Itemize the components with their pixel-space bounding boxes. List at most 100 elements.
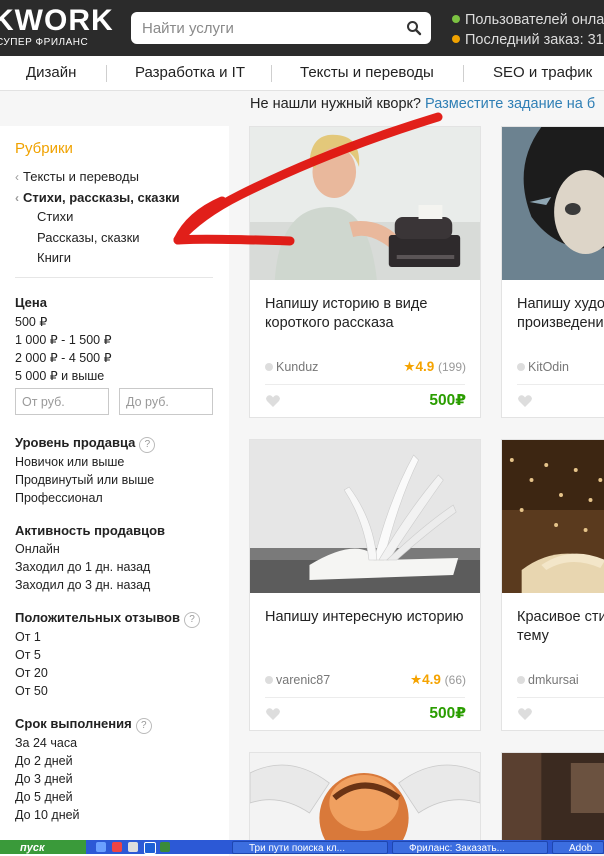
card-price: 500₽ [429,392,466,409]
star-icon: ★ [403,359,416,374]
price-option[interactable]: 2 000 ₽ - 4 500 ₽ [15,350,112,365]
card-image-illustration-face[interactable] [502,127,604,280]
card-divider [265,697,465,698]
reviews-count: (199) [437,360,466,374]
browser-icon[interactable] [112,842,122,852]
heart-icon[interactable] [517,393,533,409]
parent-category-link[interactable]: ‹ Тексты и переводы [15,169,139,184]
level-option[interactable]: Профессионал [15,491,103,505]
reviews-option[interactable]: От 20 [15,666,48,680]
seller-name: KitOdin [528,360,569,374]
deadline-option[interactable]: За 24 часа [15,736,77,750]
card-image-book-butterflies[interactable] [502,440,604,593]
level-option[interactable]: Новичок или выше [15,455,124,469]
sidebar-title: Рубрики [15,140,73,157]
nav-item-development[interactable]: Разработка и IT [135,56,245,90]
price-option[interactable]: 1 000 ₽ - 1 500 ₽ [15,332,112,347]
site-stats: Пользователей онла Последний заказ: 31 [452,10,604,50]
site-logo[interactable]: KWORK [0,6,114,36]
word-icon[interactable] [144,842,156,854]
reviews-option[interactable]: От 5 [15,648,41,662]
nav-item-design[interactable]: Дизайн [26,56,76,90]
card-title[interactable]: Напишу историю в виде короткого рассказа [265,295,470,333]
reviews-option[interactable]: От 50 [15,684,48,698]
card-image-winged-man[interactable] [250,753,480,854]
card-price: 500₽ [429,705,466,722]
card-seller[interactable]: dmkursai [517,673,579,687]
sidebar-divider [15,277,213,278]
online-users-text: Пользователей онла [465,12,604,28]
help-icon[interactable]: ? [139,437,156,453]
last-order-text: Последний заказ: 31 [465,32,604,48]
heart-icon[interactable] [265,393,281,409]
taskbar-window[interactable]: Фриланс: Заказать... [392,841,548,854]
deadline-filter-label: Срок выполнения [15,716,132,731]
price-option[interactable]: 500 ₽ [15,314,47,329]
card-title[interactable]: Красивое сти Вашу тему [517,608,604,646]
category-nav: Дизайн Разработка и IT Тексты и переводы… [0,56,604,91]
kwork-card[interactable] [249,752,481,854]
kwork-card[interactable]: Напишу историю в виде короткого рассказа… [249,126,481,418]
current-category[interactable]: ‹ Стихи, рассказы, сказки [15,190,180,205]
card-image-open-book[interactable] [250,440,480,593]
help-icon[interactable]: ? [183,612,200,628]
reviews-option[interactable]: От 1 [15,630,41,644]
heart-icon[interactable] [265,706,281,722]
card-title[interactable]: Напишу интересную историю [265,608,470,627]
deadline-option[interactable]: До 10 дней [15,808,80,822]
logo-tagline: СУПЕР ФРИЛАНС [0,37,89,48]
nav-item-seo[interactable]: SEO и трафик [493,56,592,90]
heart-icon[interactable] [517,706,533,722]
level-option[interactable]: Продвинутый или выше [15,473,154,487]
app-icon[interactable] [128,842,138,852]
kwork-card[interactable] [501,752,604,854]
search-icon[interactable] [405,19,423,37]
price-option[interactable]: 5 000 ₽ и выше [15,368,104,383]
activity-option[interactable]: Заходил до 3 дн. назад [15,578,150,592]
nav-item-texts[interactable]: Тексты и переводы [300,56,434,90]
subcategory-stories[interactable]: Рассказы, сказки [37,230,140,245]
nav-divider [463,65,464,82]
card-seller[interactable]: Kunduz [265,360,318,374]
kwork-card[interactable]: Напишу интересную историю varenic87 ★4.9… [249,439,481,731]
card-title[interactable]: Напишу худо произведени [517,295,604,333]
status-dot-icon [265,363,273,371]
card-image-dark-room[interactable] [502,753,604,854]
deadline-option[interactable]: До 3 дней [15,772,73,786]
deadline-option[interactable]: До 2 дней [15,754,73,768]
deadline-option[interactable]: До 5 дней [15,790,73,804]
kwork-card[interactable]: Красивое сти Вашу тему dmkursai [501,439,604,731]
card-seller[interactable]: KitOdin [517,360,569,374]
parent-category-label: Тексты и переводы [23,169,139,184]
status-dot-icon [517,676,525,684]
card-image-typewriter-woman[interactable] [250,127,480,280]
start-button[interactable]: пуск [0,840,86,854]
price-from-input[interactable] [15,388,109,415]
taskbar-window[interactable]: Три пути поиска кл... [232,841,388,854]
desktop-icon[interactable] [96,842,106,852]
price-filter-title: Цена [15,295,47,310]
online-users-stat: Пользователей онла [452,10,604,30]
help-icon[interactable]: ? [135,718,152,734]
app-icon[interactable] [160,842,170,852]
card-seller[interactable]: varenic87 [265,673,330,687]
status-dot-icon [265,676,273,684]
card-divider [517,697,604,698]
nav-divider [271,65,272,82]
search-box [131,12,431,44]
subcategory-books[interactable]: Книги [37,250,71,265]
order-dot-icon [452,35,460,43]
activity-option[interactable]: Заходил до 1 дн. назад [15,560,150,574]
notice-text: Не нашли нужный кворк? [250,96,421,112]
subcategory-poems[interactable]: Стихи [37,209,73,224]
search-input[interactable] [131,12,391,44]
post-request-link[interactable]: Разместите задание на б [425,96,595,112]
kwork-card[interactable]: Напишу худо произведени KitOdin [501,126,604,418]
taskbar-window[interactable]: Adob [552,841,604,854]
seller-name: varenic87 [276,673,331,687]
reviews-filter-title: Положительных отзывов? [15,610,200,628]
price-to-input[interactable] [119,388,213,415]
activity-option[interactable]: Онлайн [15,542,60,556]
seller-name: Kunduz [276,360,319,374]
filter-sidebar: Рубрики ‹ Тексты и переводы ‹ Стихи, расск… [0,126,229,856]
